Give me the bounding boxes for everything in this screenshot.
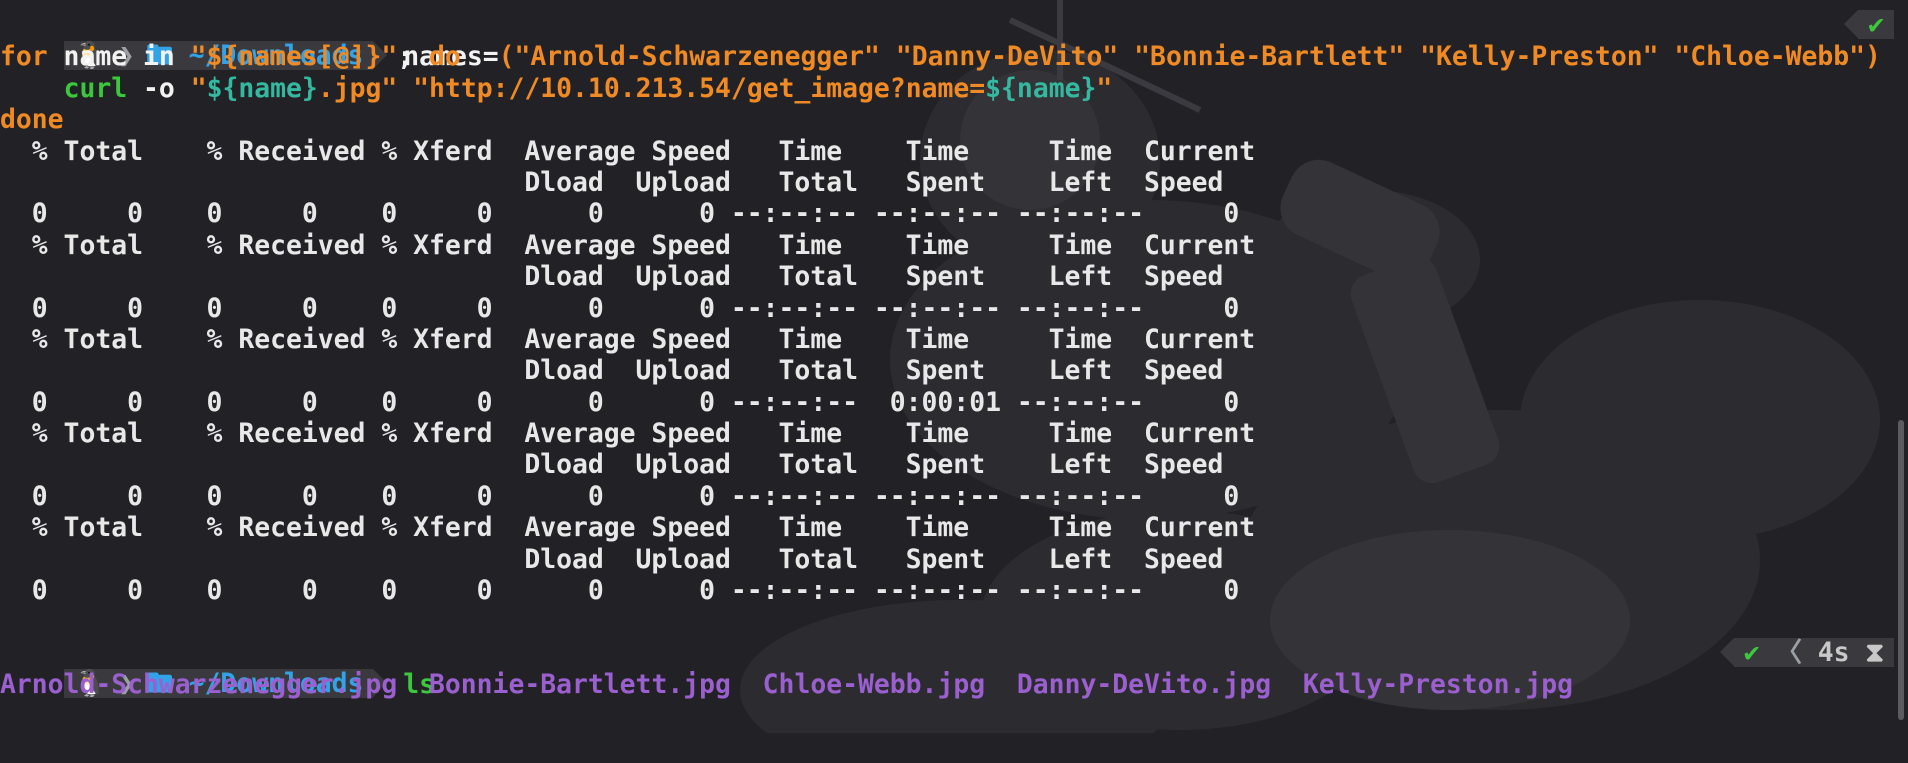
curl-progress-row: 0 0 0 0 0 0 0 0 --:--:-- --:--:-- --:--:… xyxy=(0,198,1240,230)
success-check-icon: ✔ xyxy=(1868,9,1884,40)
for-array-expansion: "${names[@]}" xyxy=(190,41,398,73)
curl-header-line: % Total % Received % Xferd Average Speed… xyxy=(0,323,1256,355)
curl-option: -o xyxy=(127,72,191,104)
variable-name-2: ${name} xyxy=(985,72,1097,104)
prompt-status-right: ✔ xyxy=(1844,10,1894,39)
curl-progress-row: 0 0 0 0 0 0 0 0 --:--:-- --:--:-- --:--:… xyxy=(0,575,1240,607)
prompt-line-2: 🐧 ❯ 🖿 ~/Downloads ls ✔ 〈 4s ⧗ xyxy=(0,636,1908,700)
done-line: done xyxy=(0,104,1908,135)
prompt-line-1: 🐧 ❯ 🖿 ~/Downloads names=("Arnold-Schwarzen… xyxy=(0,10,1908,72)
curl-header-line: % Total % Received % Xferd Average Speed… xyxy=(0,418,1256,450)
file-entry: Danny-DeVito.jpg xyxy=(1016,669,1272,701)
success-check-icon: ✔ xyxy=(1743,636,1760,668)
keyword-for: for xyxy=(0,41,48,73)
output-ext: .jpg" xyxy=(317,72,398,104)
terminal-scrollbar[interactable] xyxy=(1898,420,1904,720)
keyword-do: do xyxy=(429,41,461,73)
curl-header-line: Dload Upload Total Spent Left Speed xyxy=(0,166,1224,198)
quote-close: " xyxy=(1096,72,1113,104)
curl-header-line: Dload Upload Total Spent Left Speed xyxy=(0,355,1224,387)
status-separator-icon: 〈 xyxy=(1775,636,1802,668)
variable-name-1: ${name} xyxy=(206,72,318,104)
curl-progress-row: 0 0 0 0 0 0 0 0 --:--:-- --:--:-- --:--:… xyxy=(0,480,1240,512)
file-entry: Bonnie-Bartlett.jpg xyxy=(429,669,731,701)
curl-header-line: % Total % Received % Xferd Average Speed… xyxy=(0,512,1256,544)
curl-header-line: % Total % Received % Xferd Average Speed… xyxy=(0,229,1256,261)
curl-url: "http://10.10.213.54/get_image?name= xyxy=(413,72,986,104)
curl-header-line: Dload Upload Total Spent Left Speed xyxy=(0,261,1224,293)
quote-open: " xyxy=(190,72,207,104)
hourglass-icon: ⧗ xyxy=(1865,636,1884,668)
file-entry: Kelly-Preston.jpg xyxy=(1302,669,1574,701)
ls-output-line: Arnold-Schwarzenegger.jpg Bonnie-Bartlet… xyxy=(0,669,1908,700)
curl-header-line: Dload Upload Total Spent Left Speed xyxy=(0,449,1224,481)
for-semicolon: ; xyxy=(397,41,430,73)
curl-header-line: Dload Upload Total Spent Left Speed xyxy=(0,543,1224,575)
command-duration: 4s xyxy=(1817,636,1850,668)
curl-header-line: % Total % Received % Xferd Average Speed… xyxy=(0,135,1256,167)
file-entry: Arnold-Schwarzenegger.jpg xyxy=(0,669,398,701)
terminal-output: 🐧 ❯ 🖿 ~/Downloads names=("Arnold-Schwarzen… xyxy=(0,10,1908,701)
curl-command-line: curl -o "${name}.jpg" "http://10.10.213.… xyxy=(0,73,1908,104)
curl-progress-row: 0 0 0 0 0 0 0 0 --:--:-- --:--:-- --:--:… xyxy=(0,292,1240,324)
keyword-done: done xyxy=(0,104,64,136)
curl-progress-row: 0 0 0 0 0 0 0 0 --:--:-- 0:00:01 --:--:-… xyxy=(0,386,1240,418)
curl-command: curl xyxy=(63,72,128,104)
for-text: name in xyxy=(47,41,191,73)
for-loop-line: for name in "${names[@]}"; do xyxy=(0,41,1908,72)
file-entry: Chloe-Webb.jpg xyxy=(762,669,986,701)
prompt-status-right: ✔ 〈 4s ⧗ xyxy=(1719,636,1894,668)
